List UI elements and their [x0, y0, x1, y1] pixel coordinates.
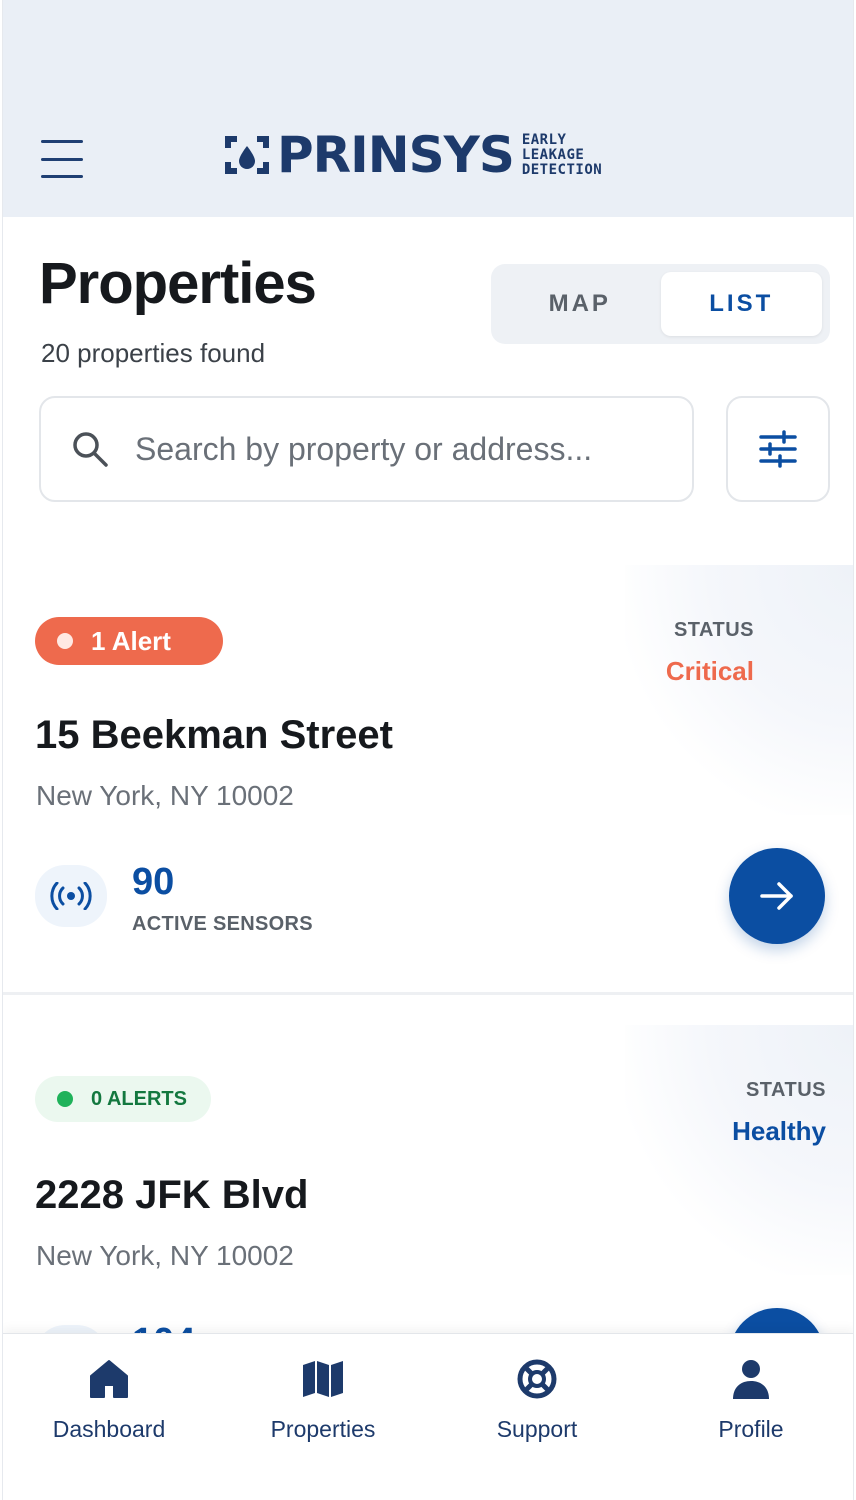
sensor-broadcast-icon	[35, 865, 107, 927]
nav-label: Dashboard	[52, 1416, 166, 1442]
nav-dashboard[interactable]: Dashboard	[29, 1356, 189, 1443]
alert-badge-text: 1 Alert	[91, 625, 171, 656]
status-value: Healthy	[732, 1116, 826, 1146]
view-toggle: MAP LIST	[491, 264, 830, 344]
status-label: STATUS	[673, 619, 754, 641]
status-block: STATUS Healthy	[732, 1079, 826, 1147]
property-city: New York, NY 10002	[36, 780, 294, 811]
property-card[interactable]: 0 ALERTS STATUS Healthy 2228 JFK Blvd Ne…	[3, 1025, 853, 1404]
sensor-count: 90	[132, 861, 175, 903]
property-card[interactable]: 1 Alert STATUS Critical 15 Beekman Stree…	[3, 565, 853, 995]
status-block: STATUS Critical	[666, 619, 754, 687]
arrow-right-icon	[760, 882, 793, 910]
app-screen: PRINSYS EARLY LEAKAGE DETECTION Properti…	[2, 0, 854, 1500]
bottom-nav: Dashboard Properties Support Profile	[3, 1333, 853, 1500]
page-title: Properties	[39, 251, 317, 316]
sliders-icon	[759, 430, 797, 468]
brand-logo: PRINSYS EARLY LEAKAGE DETECTION	[223, 128, 602, 182]
alert-badge-text: 0 ALERTS	[91, 1087, 187, 1110]
filter-button[interactable]	[726, 396, 830, 502]
app-header: PRINSYS EARLY LEAKAGE DETECTION	[3, 0, 853, 217]
open-property-button[interactable]	[729, 848, 825, 944]
status-value: Critical	[665, 656, 754, 686]
tagline-line: DETECTION	[521, 161, 603, 178]
search-input[interactable]	[135, 430, 675, 468]
tagline-line: LEAKAGE	[521, 146, 585, 163]
status-label: STATUS	[745, 1079, 826, 1101]
search-box	[39, 396, 694, 502]
nav-properties[interactable]: Properties	[243, 1356, 403, 1443]
status-dot	[57, 1091, 73, 1107]
user-icon	[733, 1360, 769, 1399]
nav-label: Support	[496, 1416, 578, 1442]
brand-wordmark: PRINSYS	[277, 126, 515, 184]
alert-badge: 1 Alert	[35, 617, 223, 665]
tagline-line: EARLY	[521, 131, 567, 148]
property-address: 15 Beekman Street	[35, 713, 393, 757]
map-view-tab[interactable]: MAP	[499, 272, 661, 336]
property-address: 2228 JFK Blvd	[35, 1173, 309, 1217]
results-count: 20 properties found	[41, 338, 266, 368]
alert-badge: 0 ALERTS	[35, 1076, 211, 1122]
nav-label: Properties	[270, 1416, 376, 1442]
lifebuoy-icon	[517, 1359, 557, 1399]
sensor-label: ACTIVE SENSORS	[132, 913, 313, 935]
home-icon	[90, 1360, 128, 1398]
map-icon	[303, 1361, 343, 1397]
search-icon	[73, 432, 108, 467]
brand-tagline: EARLY LEAKAGE DETECTION	[521, 131, 603, 178]
status-dot	[57, 633, 73, 649]
card-highlight	[625, 565, 853, 815]
nav-support[interactable]: Support	[457, 1356, 617, 1443]
logo-mark-icon	[225, 136, 269, 174]
property-city: New York, NY 10002	[36, 1240, 294, 1271]
card-highlight	[625, 1025, 853, 1275]
nav-label: Profile	[718, 1416, 784, 1442]
hamburger-icon[interactable]	[41, 140, 83, 178]
list-view-tab[interactable]: LIST	[660, 272, 822, 336]
nav-profile[interactable]: Profile	[671, 1356, 831, 1443]
